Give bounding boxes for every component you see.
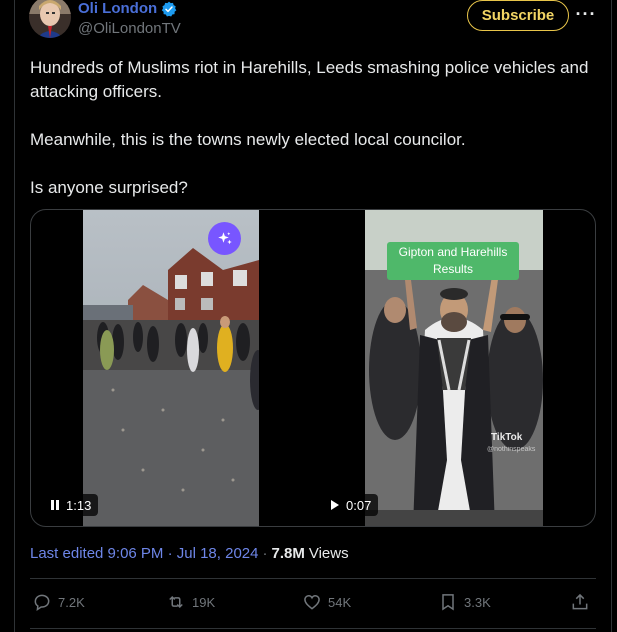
grok-sparkle-button[interactable] (208, 222, 241, 255)
divider (30, 628, 596, 629)
views-label: Views (308, 545, 349, 562)
tweet-meta: Last edited 9:06 PM · Jul 18, 2024 · 7.8… (30, 545, 349, 562)
last-edited-link[interactable]: Last edited 9:06 PM · Jul 18, 2024 (30, 545, 258, 562)
bookmark-icon (442, 594, 454, 611)
tiktok-watermark: TikTok (491, 432, 523, 443)
tiktok-watermark-handle: @nothinspeaks (487, 446, 536, 453)
reply-count: 7.2K (58, 594, 85, 610)
author-handle[interactable]: @OliLondonTV (78, 20, 181, 37)
repost-button[interactable]: 19K (166, 592, 215, 612)
repost-icon (169, 595, 183, 609)
tweet-line: Is anyone surprised? (30, 178, 188, 197)
tweet-text: Hundreds of Muslims riot in Harehills, L… (30, 56, 590, 200)
tweet: Oli London @OliLondonTV Subscribe ··· Hu… (14, 0, 611, 632)
verified-badge-icon (161, 1, 177, 17)
action-bar: 7.2K 19K 54K 3.3K (30, 592, 596, 618)
reply-button[interactable]: 7.2K (32, 592, 85, 612)
tweet-line: Meanwhile, this is the towns newly elect… (30, 130, 466, 149)
like-count: 54K (328, 594, 352, 610)
sparkle-icon (217, 231, 232, 244)
more-icon[interactable]: ··· (574, 4, 598, 28)
pause-icon (51, 500, 59, 510)
share-button[interactable] (570, 592, 590, 612)
duration-text: 0:07 (346, 497, 372, 513)
video-caption: Gipton and Harehills Results (387, 242, 519, 280)
subscribe-button[interactable]: Subscribe (467, 0, 569, 31)
tweet-line: Hundreds of Muslims riot in Harehills, L… (30, 58, 589, 101)
play-icon (331, 500, 339, 510)
bookmark-button[interactable]: 3.3K (438, 592, 491, 612)
avatar[interactable] (29, 0, 71, 38)
repost-count: 19K (192, 594, 216, 610)
reply-icon (34, 594, 50, 612)
street-scene-image (83, 210, 259, 526)
duration-text: 1:13 (66, 497, 92, 513)
bookmark-count: 3.3K (464, 594, 491, 610)
divider (30, 578, 596, 579)
share-icon (572, 593, 588, 610)
video-duration-left[interactable]: 1:13 (43, 494, 99, 516)
video-left[interactable] (83, 210, 259, 526)
media-container: 1:13 Gipton and Harehills Results TikTok… (30, 209, 596, 527)
tweet-header: Oli London @OliLondonTV Subscribe ··· (14, 0, 611, 40)
like-button[interactable]: 54K (302, 592, 351, 612)
meta-separator: · (262, 545, 268, 562)
display-name[interactable]: Oli London (78, 0, 157, 17)
views-count: 7.8M (271, 545, 305, 562)
video-right[interactable]: Gipton and Harehills Results TikTok @not… (365, 210, 543, 526)
heart-icon (304, 594, 320, 610)
video-duration-right[interactable]: 0:07 (323, 494, 379, 516)
